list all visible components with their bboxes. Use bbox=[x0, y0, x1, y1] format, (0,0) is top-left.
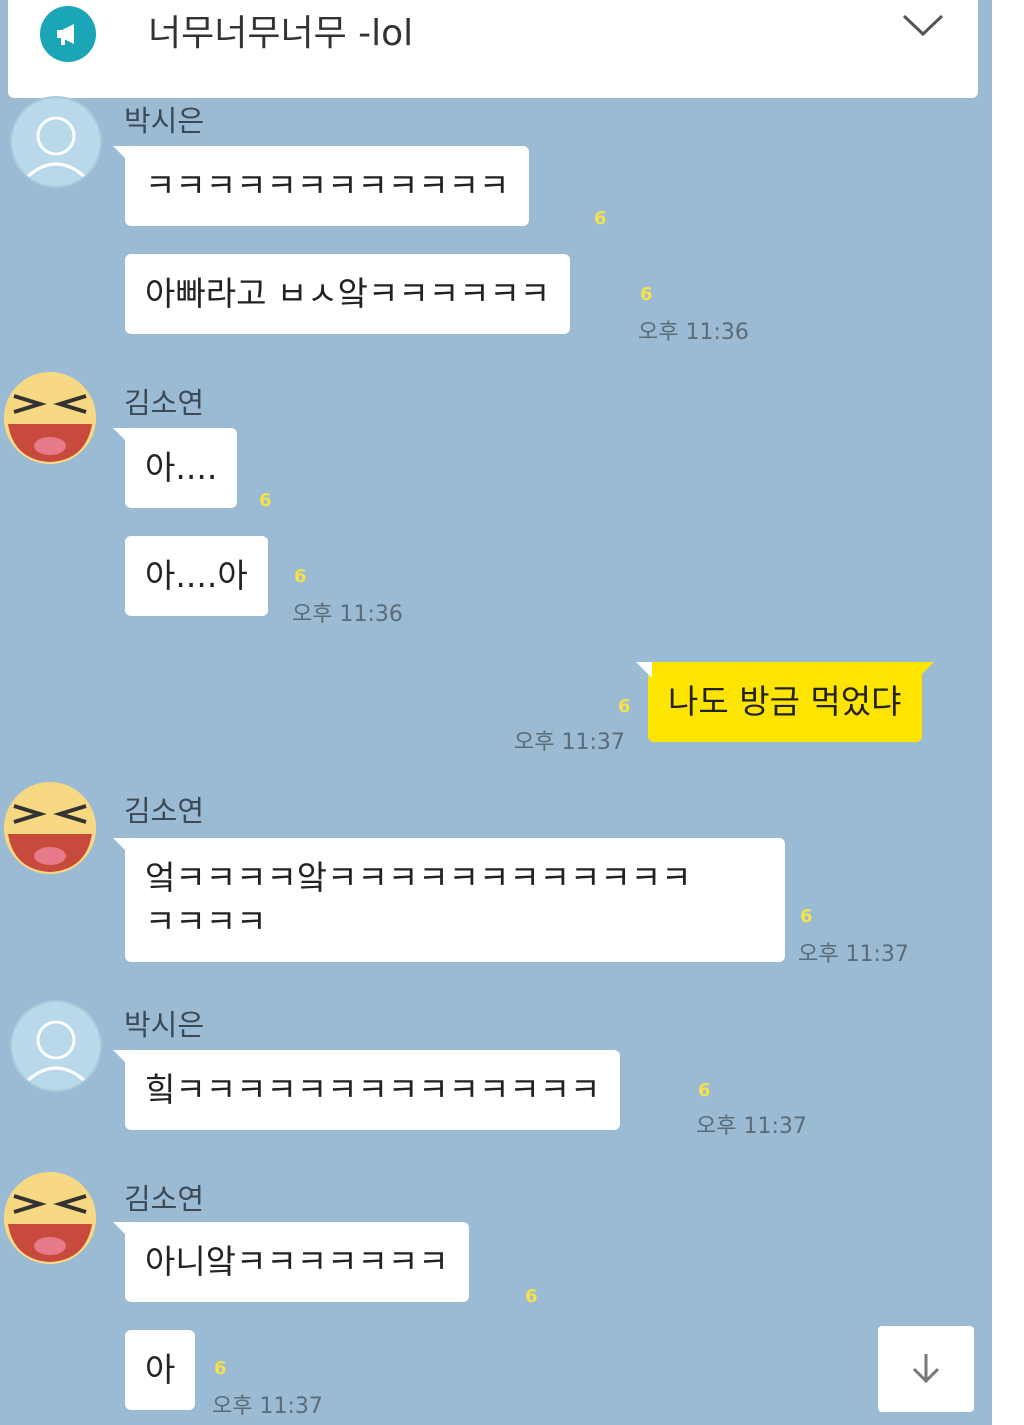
message-bubble[interactable]: 아....아 bbox=[125, 536, 268, 616]
sender-name: 김소연 bbox=[124, 1182, 205, 1216]
my-message-bubble[interactable]: 나도 방금 먹었댜 bbox=[636, 662, 933, 742]
message-time: 오후 11:37 bbox=[212, 1394, 323, 1419]
chevron-down-icon[interactable] bbox=[898, 10, 948, 44]
page-margin bbox=[992, 0, 1024, 1425]
unread-count: 6 bbox=[525, 1286, 538, 1307]
megaphone-icon bbox=[40, 6, 96, 62]
message-time: 오후 11:37 bbox=[514, 730, 625, 755]
sender-name: 김소연 bbox=[124, 794, 205, 828]
message-bubble[interactable]: 엌ㅋㅋㅋㅋ앜ㅋㅋㅋㅋㅋㅋㅋㅋㅋㅋㅋㅋ ㅋㅋㅋㅋ bbox=[113, 838, 785, 962]
scroll-to-bottom-button[interactable] bbox=[878, 1326, 974, 1412]
message-time: 오후 11:37 bbox=[798, 942, 909, 967]
sender-name: 박시은 bbox=[124, 104, 205, 138]
squinting-face-icon[interactable] bbox=[4, 1172, 96, 1264]
squinting-face-icon[interactable] bbox=[4, 372, 96, 464]
unread-count: 6 bbox=[594, 208, 607, 229]
default-profile-icon[interactable] bbox=[10, 1000, 102, 1092]
squinting-face-icon[interactable] bbox=[4, 782, 96, 874]
unread-count: 6 bbox=[698, 1080, 711, 1101]
sender-name: 박시은 bbox=[124, 1008, 205, 1042]
unread-count: 6 bbox=[618, 696, 631, 717]
message-bubble[interactable]: 아니앜ㅋㅋㅋㅋㅋㅋㅋ bbox=[113, 1222, 469, 1302]
message-time: 오후 11:36 bbox=[638, 320, 749, 345]
unread-count: 6 bbox=[294, 566, 307, 587]
message-bubble[interactable]: 아 bbox=[125, 1330, 196, 1410]
message-bubble[interactable]: 힠ㅋㅋㅋㅋㅋㅋㅋㅋㅋㅋㅋㅋㅋㅋ bbox=[112, 1050, 621, 1130]
message-time: 오후 11:36 bbox=[292, 602, 403, 627]
sender-name: 김소연 bbox=[124, 386, 205, 420]
default-profile-icon[interactable] bbox=[10, 96, 102, 188]
unread-count: 6 bbox=[214, 1358, 227, 1379]
notice-banner[interactable]: 너무너무너무 -lol bbox=[8, 0, 978, 98]
message-bubble[interactable]: ㅋㅋㅋㅋㅋㅋㅋㅋㅋㅋㅋㅋ bbox=[112, 146, 530, 226]
unread-count: 6 bbox=[800, 906, 813, 927]
message-bubble[interactable]: 아빠라고 ㅂㅅ앜ㅋㅋㅋㅋㅋㅋ bbox=[125, 254, 571, 334]
unread-count: 6 bbox=[259, 490, 272, 511]
unread-count: 6 bbox=[640, 284, 653, 305]
message-time: 오후 11:37 bbox=[696, 1114, 807, 1139]
arrow-down-icon bbox=[912, 1354, 940, 1384]
message-bubble[interactable]: 아.... bbox=[112, 428, 238, 508]
notice-title: 너무너무너무 -lol bbox=[148, 13, 414, 54]
chat-area[interactable]: 너무너무너무 -lol 박시은 ㅋㅋㅋㅋㅋㅋㅋㅋㅋㅋㅋㅋ 6 아빠라고 ㅂㅅ앜ㅋ… bbox=[0, 0, 992, 1425]
